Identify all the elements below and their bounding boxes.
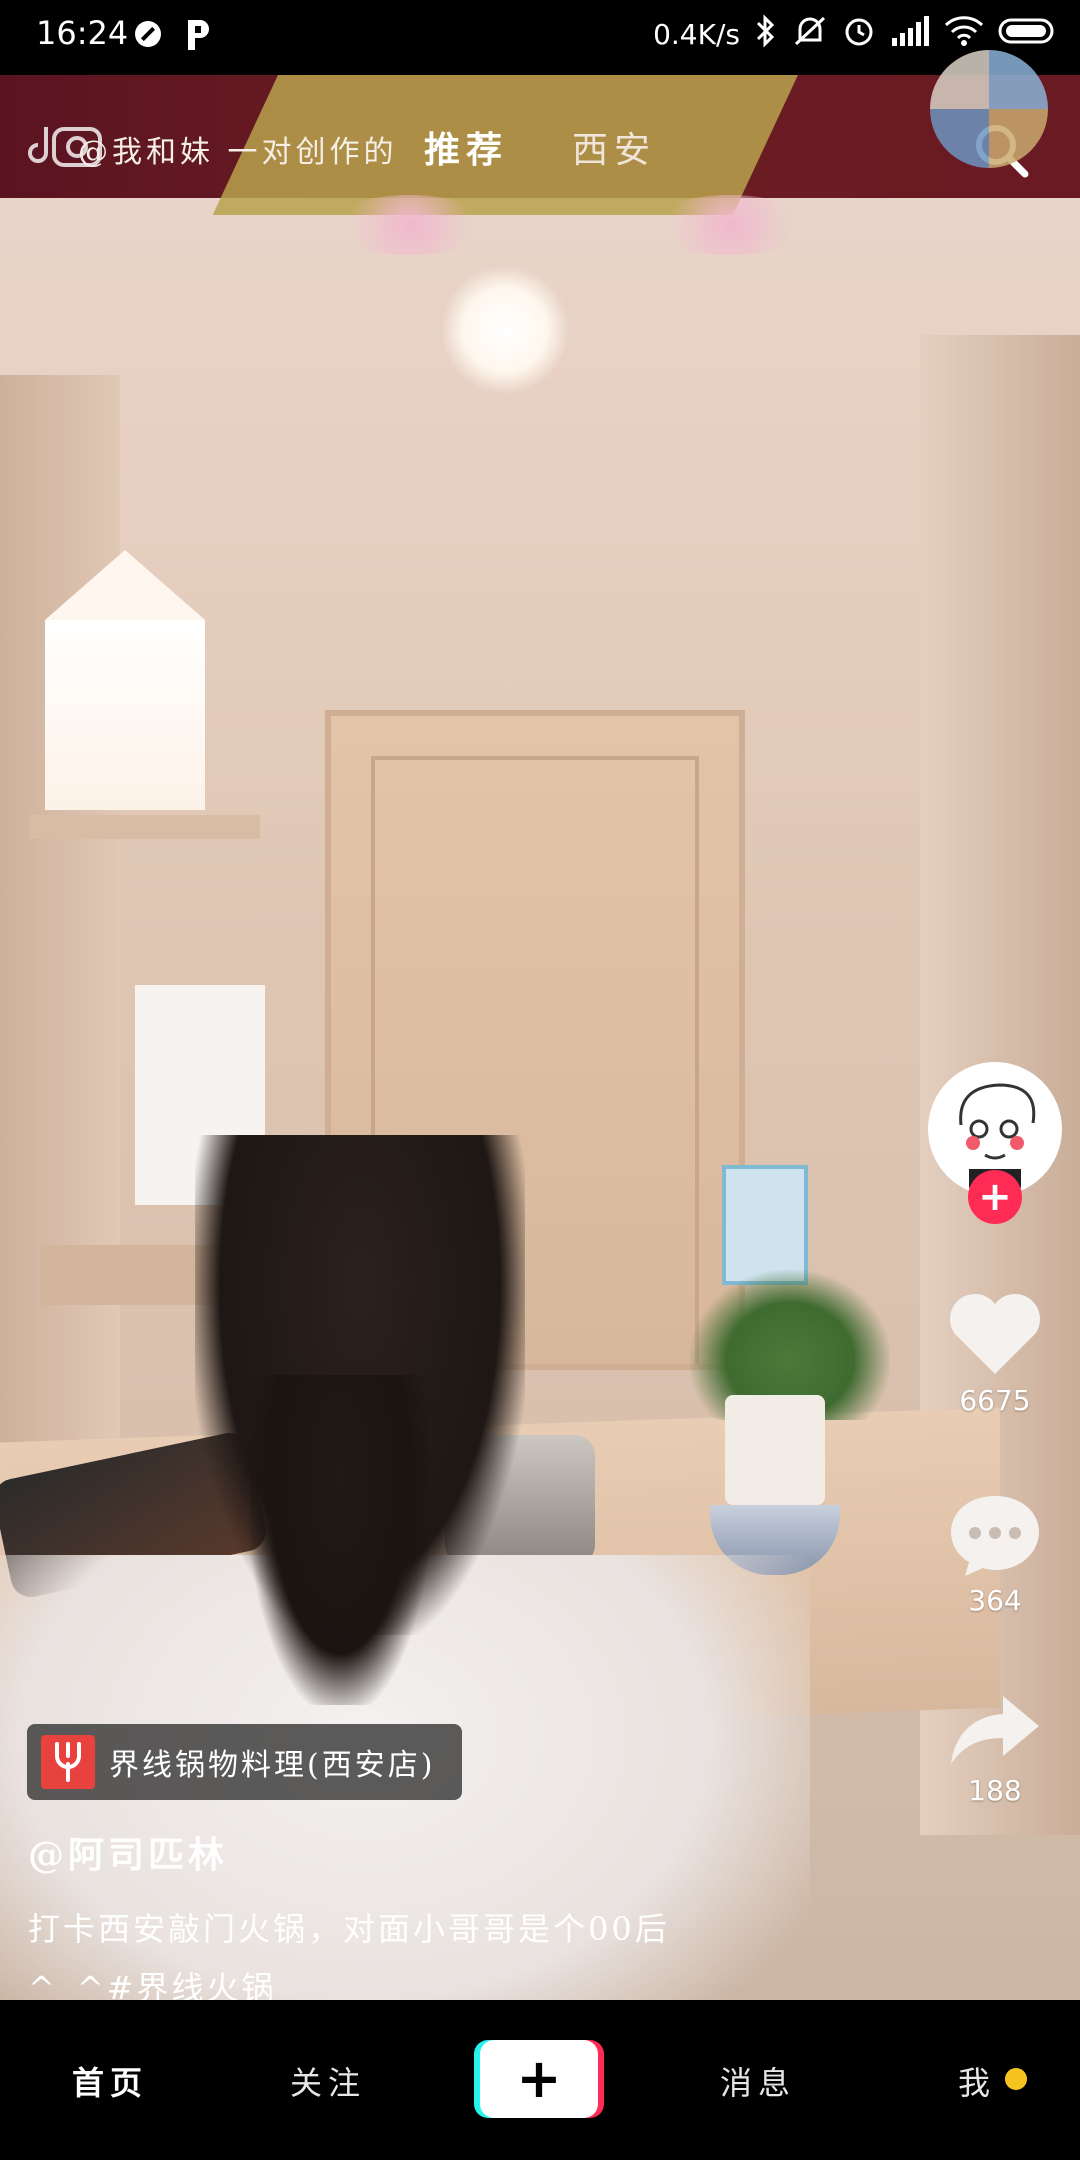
status-right-icons: 0.4K/s	[653, 14, 1058, 55]
author-name[interactable]: @阿司匹林	[28, 1826, 228, 1878]
create-button[interactable]: +	[480, 2040, 598, 2118]
signal-icon	[890, 16, 930, 53]
share-button[interactable]: 188	[940, 1690, 1050, 1807]
nav-follow[interactable]: 关注	[290, 2058, 366, 2104]
decor-petal	[650, 195, 810, 255]
battery-icon	[998, 16, 1058, 53]
house-lamp	[45, 550, 205, 810]
nav-messages[interactable]: 消息	[720, 2058, 796, 2104]
status-left-icons	[132, 18, 212, 56]
fork-icon	[41, 1735, 95, 1789]
poi-location-chip[interactable]: 界线锅物料理(西安店)	[27, 1724, 462, 1800]
ceiling-light	[440, 265, 570, 395]
tab-city[interactable]: 西安	[572, 121, 656, 173]
comment-button[interactable]: 364	[940, 1490, 1050, 1617]
bottom-nav: 首页 关注 + 消息 我	[0, 2000, 1080, 2160]
follow-button[interactable]: +	[968, 1170, 1022, 1224]
heart-icon	[950, 1294, 1040, 1374]
wall-shelf	[30, 815, 260, 839]
no-disturb-icon	[132, 18, 164, 56]
plant-pot	[725, 1395, 825, 1505]
tab-recommend[interactable]: 推荐	[424, 121, 508, 173]
p-app-icon	[184, 18, 212, 56]
top-nav: @我和妹 一对创作的 推荐 西安	[0, 115, 1080, 185]
wifi-icon	[944, 15, 984, 54]
video-player[interactable]	[0, 75, 1080, 2000]
nav-home[interactable]: 首页	[72, 2058, 148, 2104]
notification-dot	[1005, 2068, 1027, 2090]
comment-count: 364	[968, 1584, 1022, 1617]
decor-petal	[330, 195, 490, 255]
live-avatar[interactable]	[930, 50, 1048, 168]
bluetooth-icon	[754, 14, 778, 55]
share-count: 188	[968, 1774, 1022, 1807]
alarm-icon	[842, 14, 876, 55]
mute-icon	[792, 14, 828, 55]
comment-icon	[951, 1496, 1039, 1576]
poi-label: 界线锅物料理(西安店)	[109, 1748, 436, 1783]
author-hint-text: @我和妹 一对创作的	[78, 135, 398, 170]
like-button[interactable]: 6675	[940, 1290, 1050, 1417]
share-icon	[951, 1696, 1039, 1764]
status-time: 16:24	[36, 14, 129, 52]
status-bar: 16:24 0.4K/s	[0, 0, 1080, 75]
network-speed: 0.4K/s	[653, 18, 740, 51]
person-ponytail	[250, 1375, 430, 1705]
nav-me[interactable]: 我	[958, 2058, 996, 2104]
plus-icon: +	[516, 2047, 562, 2110]
qr-code-sign	[722, 1165, 808, 1285]
like-count: 6675	[959, 1384, 1031, 1417]
